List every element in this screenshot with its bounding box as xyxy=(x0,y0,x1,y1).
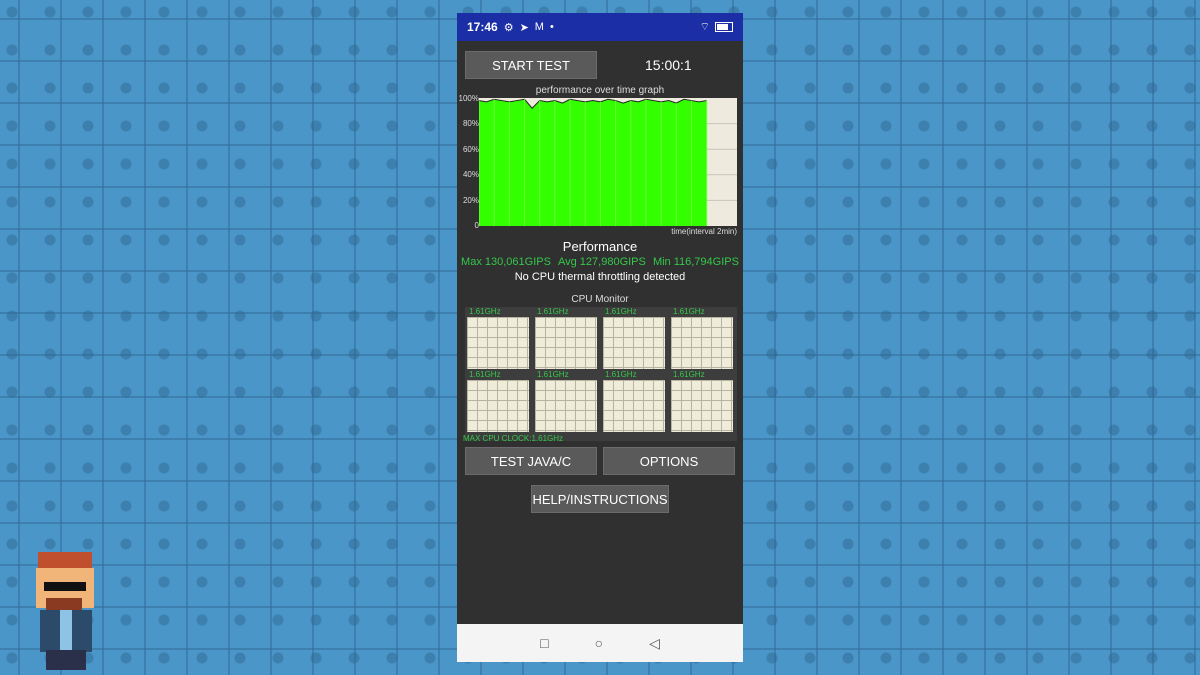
help-instructions-button[interactable]: HELP/INSTRUCTIONS xyxy=(531,485,669,513)
options-button[interactable]: OPTIONS xyxy=(603,447,735,475)
performance-stats: Max 130,061GIPS Avg 127,980GIPS Min 116,… xyxy=(457,256,743,268)
core-2-graph xyxy=(535,317,597,369)
y-tick-60: 60% xyxy=(462,145,479,154)
status-bar: 17:46 ⚙ ➤ M • ⌔ xyxy=(457,13,743,41)
min-gips: Min 116,794GIPS xyxy=(652,256,739,268)
telegram-icon: ➤ xyxy=(519,21,529,34)
wifi-icon: ⌔ xyxy=(699,21,710,33)
gmail-icon: M xyxy=(534,21,544,33)
status-time: 17:46 xyxy=(467,20,498,34)
cpu-monitor-panel: 1.61GHz 1.61GHz 1.61GHz 1.61GHz 1.61GHz … xyxy=(465,307,737,441)
throttling-status: No CPU thermal throttling detected xyxy=(514,271,686,283)
core-8-freq: 1.61GHz xyxy=(673,370,705,379)
core-1-graph xyxy=(467,317,529,369)
core-5-graph xyxy=(467,380,529,432)
test-timer: 15:00:1 xyxy=(645,57,692,73)
core-5-freq: 1.61GHz xyxy=(469,370,501,379)
core-7-freq: 1.61GHz xyxy=(605,370,637,379)
navigation-bar: □ ○ ◁ xyxy=(457,624,743,662)
performance-graph xyxy=(479,98,737,226)
y-tick-40: 40% xyxy=(462,170,479,179)
x-axis-label: time(interval 2min) xyxy=(671,227,737,236)
back-icon[interactable]: ◁ xyxy=(649,635,660,652)
core-4-graph xyxy=(671,317,733,369)
battery-icon xyxy=(715,22,733,32)
pixel-mascot-logo xyxy=(30,552,102,670)
performance-area xyxy=(479,99,707,226)
core-7-graph xyxy=(603,380,665,432)
dot-icon: • xyxy=(549,21,554,33)
core-6-freq: 1.61GHz xyxy=(537,370,569,379)
core-4-freq: 1.61GHz xyxy=(673,307,705,316)
phone-screen: 17:46 ⚙ ➤ M • ⌔ START TEST 15:00:1 perfo… xyxy=(457,13,743,662)
core-2-freq: 1.61GHz xyxy=(537,307,569,316)
test-java-button[interactable]: TEST JAVA/C xyxy=(465,447,597,475)
graph-title: performance over time graph xyxy=(535,85,665,96)
y-tick-80: 80% xyxy=(462,119,479,128)
core-3-freq: 1.61GHz xyxy=(605,307,637,316)
y-tick-20: 20% xyxy=(462,196,479,205)
core-8-graph xyxy=(671,380,733,432)
avg-gips: Avg 127,980GIPS xyxy=(558,256,646,268)
cpu-monitor-title: CPU Monitor xyxy=(571,294,629,305)
gear-icon: ⚙ xyxy=(503,21,514,34)
max-cpu-clock: MAX CPU CLOCK:1.61GHz xyxy=(463,434,564,443)
start-test-button[interactable]: START TEST xyxy=(465,51,597,79)
core-6-graph xyxy=(535,380,597,432)
performance-graph-svg xyxy=(479,98,737,226)
y-tick-100: 100% xyxy=(458,94,479,103)
core-3-graph xyxy=(603,317,665,369)
recent-apps-icon[interactable]: □ xyxy=(540,635,548,651)
max-gips: Max 130,061GIPS xyxy=(461,256,551,268)
y-tick-0: 0 xyxy=(474,221,479,230)
core-1-freq: 1.61GHz xyxy=(469,307,501,316)
home-icon[interactable]: ○ xyxy=(595,635,603,651)
performance-heading: Performance xyxy=(562,239,638,254)
